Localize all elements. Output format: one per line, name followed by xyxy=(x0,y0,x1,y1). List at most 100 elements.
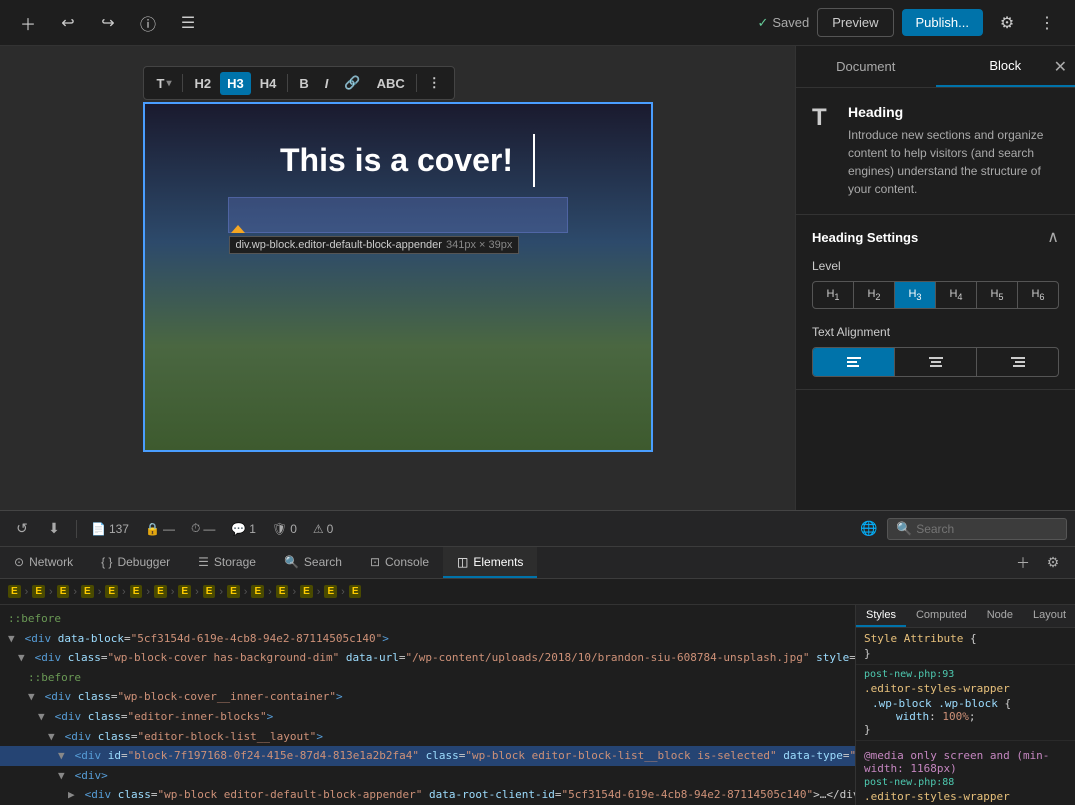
h6-level-button[interactable]: H6 xyxy=(1018,282,1058,308)
layout-tab[interactable]: Layout xyxy=(1023,605,1075,627)
block-title: Heading xyxy=(848,104,1059,120)
tab-storage[interactable]: ☰ Storage xyxy=(184,547,270,578)
tag: <div xyxy=(65,730,92,743)
style-link-1[interactable]: post-new.php:93 xyxy=(864,669,954,680)
redo-button[interactable]: ↪ xyxy=(92,7,124,39)
h4-button[interactable]: H4 xyxy=(253,72,284,95)
file-icon: 📄 xyxy=(91,522,106,536)
align-right-button[interactable] xyxy=(977,348,1058,376)
more-format-button[interactable]: ⋮ xyxy=(421,71,448,95)
computed-tab[interactable]: Computed xyxy=(906,605,977,627)
heading-settings-header: Heading Settings ∧ xyxy=(812,227,1059,247)
saved-check-icon: ✓ xyxy=(757,15,768,31)
attr-name2: class xyxy=(426,749,459,762)
search-input[interactable] xyxy=(916,522,1058,536)
h2-button[interactable]: H2 xyxy=(187,72,218,95)
html-line[interactable]: ::before xyxy=(0,668,855,688)
styles-tabs: Styles Computed Node Layout xyxy=(856,605,1075,628)
preview-button[interactable]: Preview xyxy=(817,8,893,37)
settings-button[interactable]: ⚙ xyxy=(991,7,1023,39)
network-icon: ⊙ xyxy=(14,555,24,569)
cover-heading[interactable]: This is a cover! xyxy=(260,134,535,187)
devtools-globe-button[interactable]: 🌐 xyxy=(855,515,883,543)
italic-button[interactable]: I xyxy=(318,72,336,95)
info-button[interactable]: ⓘ xyxy=(132,7,164,39)
yellow-triangle-indicator xyxy=(231,225,245,233)
tab-settings-button[interactable]: ⚙ xyxy=(1039,549,1067,577)
html-line[interactable]: ▼ <div class="wp-block-cover has-backgro… xyxy=(0,648,855,668)
more-options-button[interactable]: ⋮ xyxy=(1031,7,1063,39)
panel-tabs: Document Block ✕ xyxy=(796,46,1075,88)
block-info: T Heading Introduce new sections and org… xyxy=(796,88,1075,215)
devtools-download-button[interactable]: ⬇ xyxy=(40,515,68,543)
attr-val: "wp-block editor-default-block-appender" xyxy=(158,788,423,801)
devtools-file-badge: 📄 137 xyxy=(85,522,135,536)
html-line[interactable]: ▼ <div class="editor-block-list__layout"… xyxy=(0,727,855,747)
html-line[interactable]: ▼ <div data-block="5cf3154d-619e-4cb8-94… xyxy=(0,629,855,649)
cover-block[interactable]: This is a cover! div.wp-block.editor-def… xyxy=(143,102,653,452)
tri-icon: ▼ xyxy=(18,649,28,667)
breadcrumb-e9: E xyxy=(203,585,216,598)
html-line[interactable]: ▼ <div class="editor-inner-blocks"> xyxy=(0,707,855,727)
tab-network[interactable]: ⊙ Network xyxy=(0,547,87,578)
add-block-button[interactable]: ＋ xyxy=(12,7,44,39)
h1-level-button[interactable]: H1 xyxy=(813,282,854,308)
tri-icon: ▼ xyxy=(48,728,58,746)
format-toolbar: T ▾ H2 H3 H4 B I 🔗 ABC ⋮ xyxy=(143,66,455,100)
align-center-button[interactable] xyxy=(895,348,977,376)
devtools-refresh-button[interactable]: ↺ xyxy=(8,515,36,543)
tab-search[interactable]: 🔍 Search xyxy=(270,547,356,578)
panel-close-button[interactable]: ✕ xyxy=(1054,57,1067,77)
text-format-button[interactable]: T ▾ xyxy=(150,72,179,95)
align-left-button[interactable] xyxy=(813,348,895,376)
tab-console[interactable]: ⊡ Console xyxy=(356,547,443,578)
styles-tab[interactable]: Styles xyxy=(856,605,906,627)
attr-name2: data-root-client-id xyxy=(429,788,555,801)
text-alignment-label: Text Alignment xyxy=(812,325,1059,339)
tag-close: > xyxy=(267,710,274,723)
saved-label: ✓ Saved xyxy=(757,15,809,31)
devtools-comment-badge: 💬 1 xyxy=(225,522,262,536)
block-appender-area[interactable]: div.wp-block.editor-default-block-append… xyxy=(228,197,568,233)
tab-elements[interactable]: ◫ Elements xyxy=(443,547,537,578)
attr-val2: "/wp-content/uploads/2018/10/brandon-siu… xyxy=(406,651,810,664)
devtools-time-badge: ⏱ — xyxy=(185,521,221,536)
h5-level-button[interactable]: H5 xyxy=(977,282,1018,308)
attr-name: data-block xyxy=(58,632,124,645)
node-tab[interactable]: Node xyxy=(977,605,1023,627)
comment-icon: 💬 xyxy=(231,522,246,536)
tag: <div xyxy=(85,788,112,801)
tri-icon: ▼ xyxy=(38,708,48,726)
link-button[interactable]: 🔗 xyxy=(337,71,367,95)
strikethrough-button[interactable]: ABC xyxy=(370,72,412,95)
breadcrumb-e10: E xyxy=(227,585,240,598)
html-line[interactable]: ▼ <div> xyxy=(0,766,855,786)
html-panel[interactable]: ::before ▼ <div data-block="5cf3154d-619… xyxy=(0,605,855,805)
html-line[interactable]: ::before xyxy=(0,609,855,629)
h4-level-button[interactable]: H4 xyxy=(936,282,977,308)
search-icon: 🔍 xyxy=(896,521,912,537)
add-tab-button[interactable]: ＋ xyxy=(1009,549,1037,577)
h2-level-button[interactable]: H2 xyxy=(854,282,895,308)
attr-val: "5cf3154d-619e-4cb8-94e2-87114505c140" xyxy=(131,632,383,645)
tab-debugger[interactable]: { } Debugger xyxy=(87,547,184,578)
tag-close: > xyxy=(382,632,389,645)
document-tab[interactable]: Document xyxy=(796,46,936,87)
align-buttons xyxy=(812,347,1059,377)
publish-button[interactable]: Publish... xyxy=(902,9,983,36)
h3-button[interactable]: H3 xyxy=(220,72,251,95)
dt-separator-1 xyxy=(76,520,77,538)
collapse-heading-settings-button[interactable]: ∧ xyxy=(1047,227,1059,247)
html-line[interactable]: ▼ <div class="wp-block-cover__inner-cont… xyxy=(0,687,855,707)
bold-button[interactable]: B xyxy=(292,72,315,95)
dt-search-box[interactable]: 🔍 xyxy=(887,518,1067,540)
style-link-2[interactable]: post-new.php:88 xyxy=(864,777,954,788)
undo-button[interactable]: ↩ xyxy=(52,7,84,39)
style-selector: Style Attribute { xyxy=(864,632,1067,645)
rule-prop-1: .wp-block .wp-block { xyxy=(864,697,1067,710)
h3-level-button[interactable]: H3 xyxy=(895,282,936,308)
html-line[interactable]: ▶ <div class="wp-block editor-default-bl… xyxy=(0,785,855,805)
list-view-button[interactable]: ☰ xyxy=(172,7,204,39)
style-close-brace: } xyxy=(864,647,1067,660)
html-line-selected[interactable]: ▼ <div id="block-7f197168-0f24-415e-87d4… xyxy=(0,746,855,766)
